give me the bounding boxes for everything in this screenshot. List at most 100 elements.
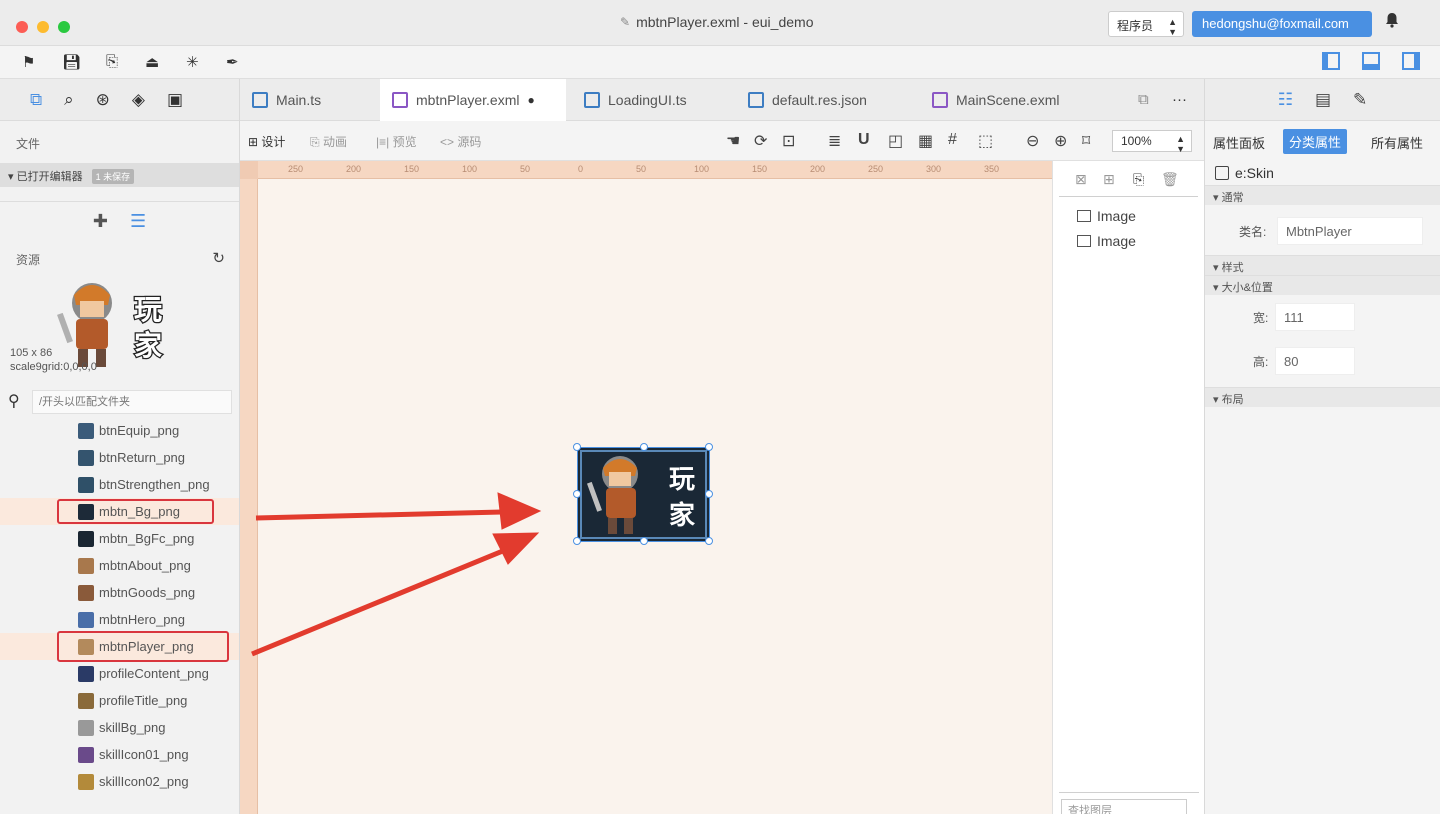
design-canvas[interactable]: 250 200 150 100 50 0 50 100 150 200 250 300 350 玩 家 xyxy=(240,161,1052,814)
layer-row[interactable]: Image xyxy=(1053,228,1204,253)
copy-layer-icon[interactable]: ⎘ xyxy=(1133,171,1144,188)
zoom-select[interactable]: 100% ▲ ▼ xyxy=(1112,130,1192,154)
resources-label: 资源 xyxy=(16,253,41,267)
tab-category-properties[interactable]: 分类属性 xyxy=(1283,129,1348,154)
group-icon[interactable]: ⊠ xyxy=(1075,171,1087,188)
width-field[interactable]: 111 xyxy=(1275,303,1355,331)
selected-skin-sprite[interactable]: 玩 家 xyxy=(573,443,713,545)
ruler-tick-label: 250 xyxy=(868,164,884,174)
resource-item[interactable]: mbtnAbout_png xyxy=(0,552,239,579)
resize-handle[interactable] xyxy=(705,537,713,545)
ungroup-icon[interactable]: ⊞ xyxy=(1103,171,1115,188)
resource-item[interactable]: profileTitle_png xyxy=(0,687,239,714)
group-style[interactable]: ▾ 样式 xyxy=(1205,255,1440,275)
zoom-in-icon[interactable]: ⊕ xyxy=(1054,131,1067,151)
grid-icon[interactable]: ▦ xyxy=(918,131,933,151)
resize-handle[interactable] xyxy=(705,490,713,498)
tab-all-properties[interactable]: 所有属性 xyxy=(1371,133,1423,152)
group-layout[interactable]: ▾ 布局 xyxy=(1205,387,1440,407)
toggle-bottom-panel-icon[interactable] xyxy=(1362,52,1380,70)
resize-handle[interactable] xyxy=(573,490,581,498)
resource-item[interactable]: skillIcon01_png xyxy=(0,741,239,768)
preview-sprite-text-2: 家 xyxy=(134,329,162,362)
actual-size-icon[interactable]: ⌑ xyxy=(1082,131,1090,151)
snap-icon[interactable]: ◰ xyxy=(888,131,903,151)
scm-tab-icon[interactable]: ⊛ xyxy=(96,90,110,110)
resource-item[interactable]: mbtn_BgFc_png xyxy=(0,525,239,552)
fit-icon[interactable]: ⊡ xyxy=(782,131,795,151)
save-icon[interactable]: 💾︎ xyxy=(62,53,81,71)
outline-tab-icon[interactable]: ▣ xyxy=(167,90,183,110)
image-toggle-icon[interactable]: ⬚ xyxy=(978,131,993,151)
tab-property-panel[interactable]: 属性面板 xyxy=(1213,133,1265,152)
user-email-button[interactable]: hedongshu@foxmail.com xyxy=(1192,11,1372,37)
close-window-button[interactable] xyxy=(16,21,28,33)
resource-item[interactable]: btnReturn_png xyxy=(0,444,239,471)
design-mode-button[interactable]: ⊞ 设计 xyxy=(248,133,285,150)
zoom-out-icon[interactable]: ⊖ xyxy=(1026,131,1039,151)
resource-item-label: skillBg_png xyxy=(99,720,166,735)
resource-item[interactable]: btnStrengthen_png xyxy=(0,471,239,498)
components-tab-icon[interactable]: ▤ xyxy=(1315,90,1331,110)
tab-loadingui-ts[interactable]: LoadingUI.ts xyxy=(584,79,714,121)
explorer-tab-icon[interactable]: ⧉ xyxy=(30,90,42,110)
resource-item[interactable]: btnEquip_png xyxy=(0,417,239,444)
vertical-ruler xyxy=(240,179,258,814)
resource-item[interactable]: mbtn_Bg_png xyxy=(0,498,239,525)
group-common[interactable]: ▾ 通常 xyxy=(1205,185,1440,205)
preview-mode-button[interactable]: |≡| 预览 xyxy=(376,133,417,150)
tab-mbtnplayer-exml[interactable]: mbtnPlayer.exml ● xyxy=(380,79,566,121)
wand-icon[interactable]: ✒ xyxy=(226,53,239,71)
open-editors-header[interactable]: ▾ 已打开编辑器 1 未保存 xyxy=(0,163,239,187)
magnet-icon[interactable]: U xyxy=(858,131,870,149)
style-tab-icon[interactable]: ✎ xyxy=(1353,90,1367,110)
skin-node[interactable]: e:Skin xyxy=(1205,161,1440,185)
align-icon[interactable]: ≣ xyxy=(828,131,841,151)
delete-layer-icon[interactable]: 🗑︎ xyxy=(1161,171,1179,188)
extensions-tab-icon[interactable]: ◈ xyxy=(132,90,145,110)
refresh-icon[interactable]: ↻ xyxy=(212,249,225,267)
resource-item[interactable]: skillBg_png xyxy=(0,714,239,741)
source-mode-button[interactable]: <> 源码 xyxy=(440,133,481,150)
run-icon[interactable]: ⚑ xyxy=(22,53,35,71)
group-size-position[interactable]: ▾ 大小&位置 xyxy=(1205,275,1440,295)
tab-main-ts[interactable]: Main.ts xyxy=(252,79,370,121)
toggle-right-panel-icon[interactable] xyxy=(1402,52,1420,70)
resize-handle[interactable] xyxy=(705,443,713,451)
resize-handle[interactable] xyxy=(640,443,648,451)
bell-icon[interactable] xyxy=(1385,12,1399,33)
more-tabs-button[interactable]: ··· xyxy=(1172,91,1187,108)
zoom-window-button[interactable] xyxy=(58,21,70,33)
resource-item[interactable]: mbtnHero_png xyxy=(0,606,239,633)
resource-library-icon[interactable]: ☰ xyxy=(130,211,146,232)
resize-handle[interactable] xyxy=(573,443,581,451)
role-select[interactable]: 程序员 ▲ ▼ xyxy=(1108,11,1184,37)
toggle-left-panel-icon[interactable] xyxy=(1322,52,1340,70)
search-tab-icon[interactable]: ⌕ xyxy=(64,90,74,110)
publish-icon[interactable]: ⏏ xyxy=(145,53,159,71)
resource-item[interactable]: mbtnGoods_png xyxy=(0,579,239,606)
resource-item[interactable]: mbtnPlayer_png xyxy=(0,631,239,662)
refresh-icon[interactable]: ⟳ xyxy=(754,131,767,151)
puzzle-icon[interactable]: ✚ xyxy=(93,211,108,232)
animation-mode-button[interactable]: ⎘ 动画 xyxy=(310,133,347,150)
find-layer-select[interactable]: 查找图层 xyxy=(1061,799,1187,814)
tab-default-res-json[interactable]: default.res.json xyxy=(748,79,898,121)
open-editor-row-partial[interactable] xyxy=(0,187,239,201)
debug-icon[interactable]: ✳ xyxy=(186,53,199,71)
split-editor-icon[interactable]: ⧉ xyxy=(1138,91,1149,108)
layer-row[interactable]: Image xyxy=(1053,203,1204,228)
resource-item[interactable]: skillIcon02_png xyxy=(0,768,239,795)
height-field[interactable]: 80 xyxy=(1275,347,1355,375)
resource-item[interactable]: profileContent_png xyxy=(0,660,239,687)
resize-handle[interactable] xyxy=(573,537,581,545)
minimize-window-button[interactable] xyxy=(37,21,49,33)
tab-mainscene-exml[interactable]: MainScene.exml xyxy=(932,79,1082,121)
properties-tab-icon[interactable]: ☷ xyxy=(1278,90,1293,110)
resource-search-input[interactable] xyxy=(32,390,232,414)
hand-tool-icon[interactable]: ☚ xyxy=(726,131,740,151)
save-all-icon[interactable]: ⎘ xyxy=(106,53,118,70)
class-name-field[interactable]: MbtnPlayer xyxy=(1277,217,1423,245)
resize-handle[interactable] xyxy=(640,537,648,545)
hash-grid-icon[interactable]: # xyxy=(948,131,957,149)
